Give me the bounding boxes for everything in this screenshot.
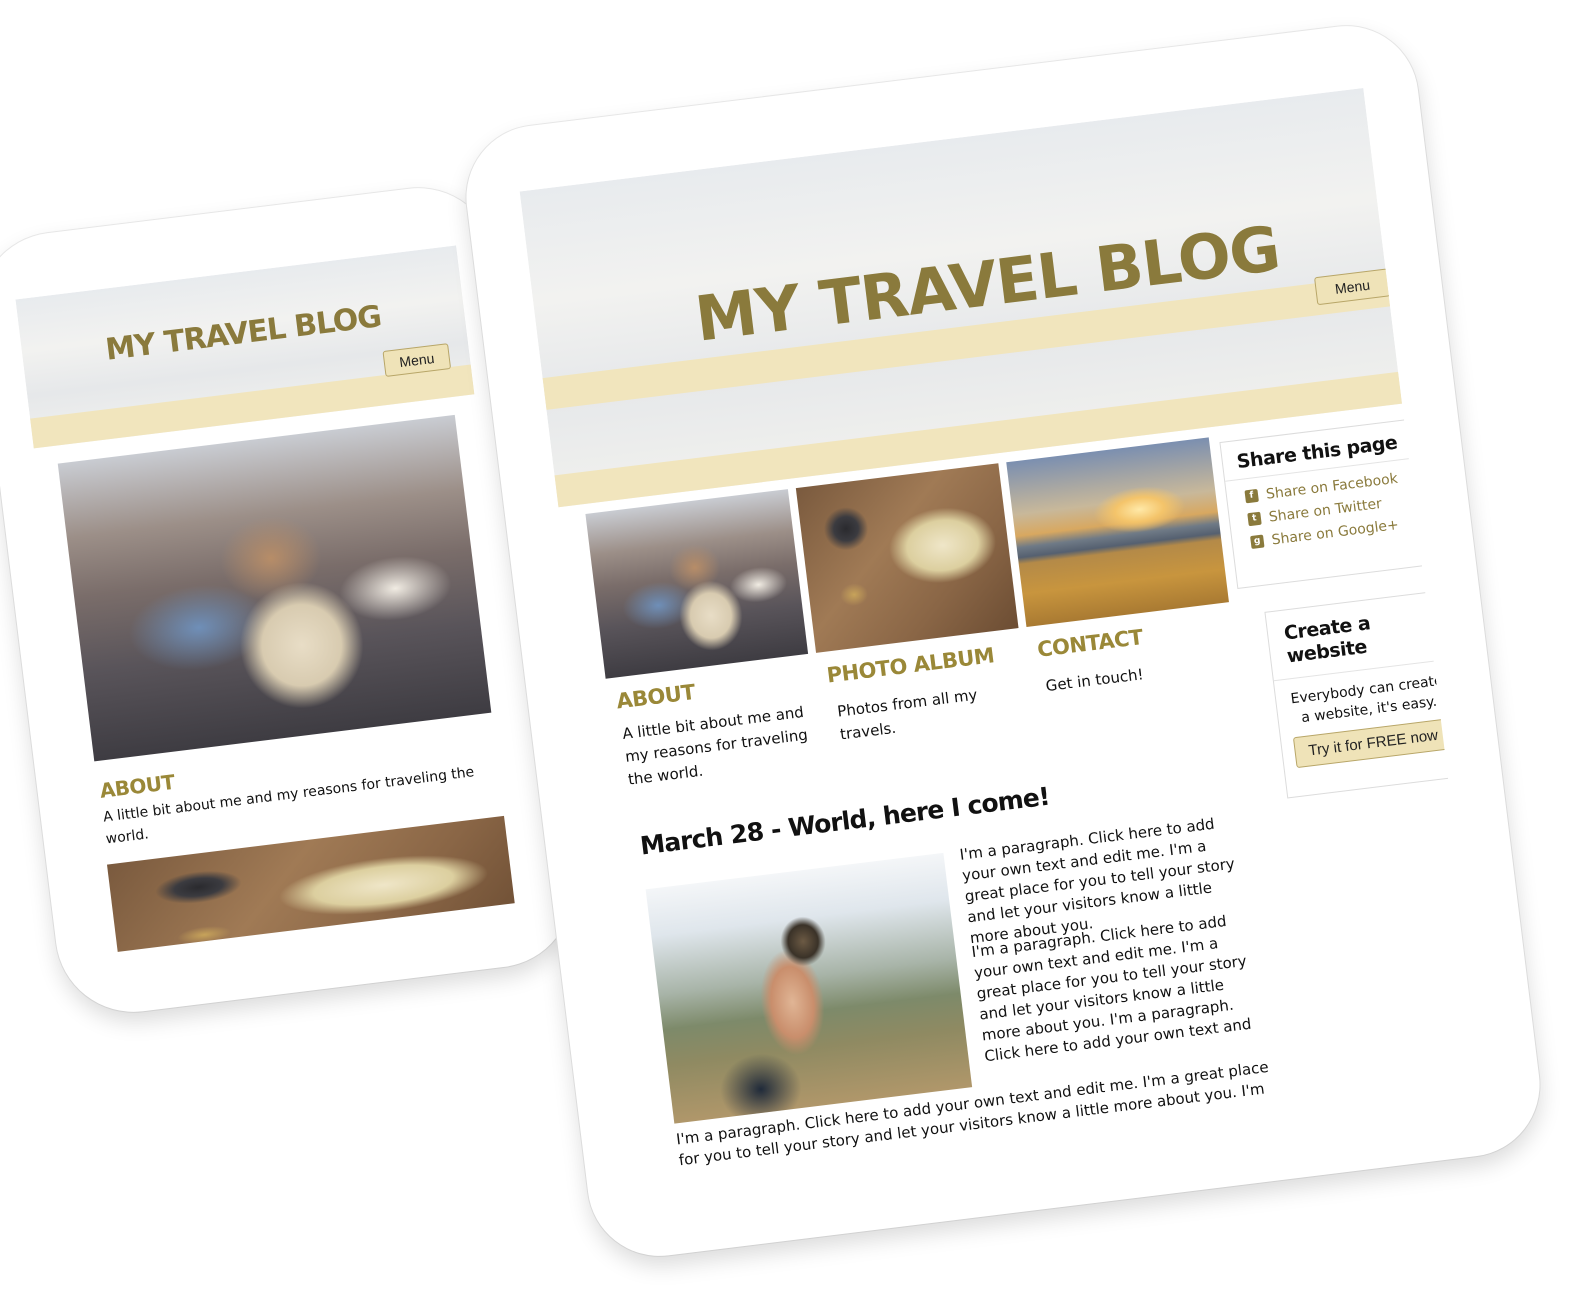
share-panel: Share this page f Share on Facebook t Sh…: [1219, 418, 1432, 590]
google-plus-icon: g: [1250, 534, 1265, 550]
tablet-device: MY TRAVEL BLOG Menu ABOUT A little bit a…: [458, 17, 1548, 1265]
twitter-icon: t: [1247, 511, 1262, 527]
card-contact-photo[interactable]: [1006, 437, 1229, 628]
phone-about-heading[interactable]: ABOUT: [98, 770, 175, 803]
card-photo-album-text: Photos from all my travels.: [836, 685, 979, 744]
card-about-photo[interactable]: [585, 489, 809, 679]
tablet-screen: MY TRAVEL BLOG Menu ABOUT A little bit a…: [519, 87, 1487, 1197]
facebook-icon: f: [1244, 488, 1259, 504]
create-website-panel: Create a website Everybody can create a …: [1264, 589, 1466, 799]
card-photo-album-photo[interactable]: [795, 463, 1019, 653]
compass-photo[interactable]: [645, 852, 973, 1124]
card-photo-album-heading[interactable]: PHOTO ALBUM: [825, 643, 995, 687]
card-contact-text: Get in touch!: [1044, 665, 1145, 696]
card-about-heading[interactable]: ABOUT: [615, 680, 696, 713]
phone-screen: MY TRAVEL BLOG Menu ABOUT A little bit a…: [15, 245, 537, 955]
card-about-text: A little bit about me and my reasons for…: [621, 702, 809, 789]
card-contact-heading[interactable]: CONTACT: [1036, 625, 1144, 662]
street-photo[interactable]: [57, 414, 492, 762]
